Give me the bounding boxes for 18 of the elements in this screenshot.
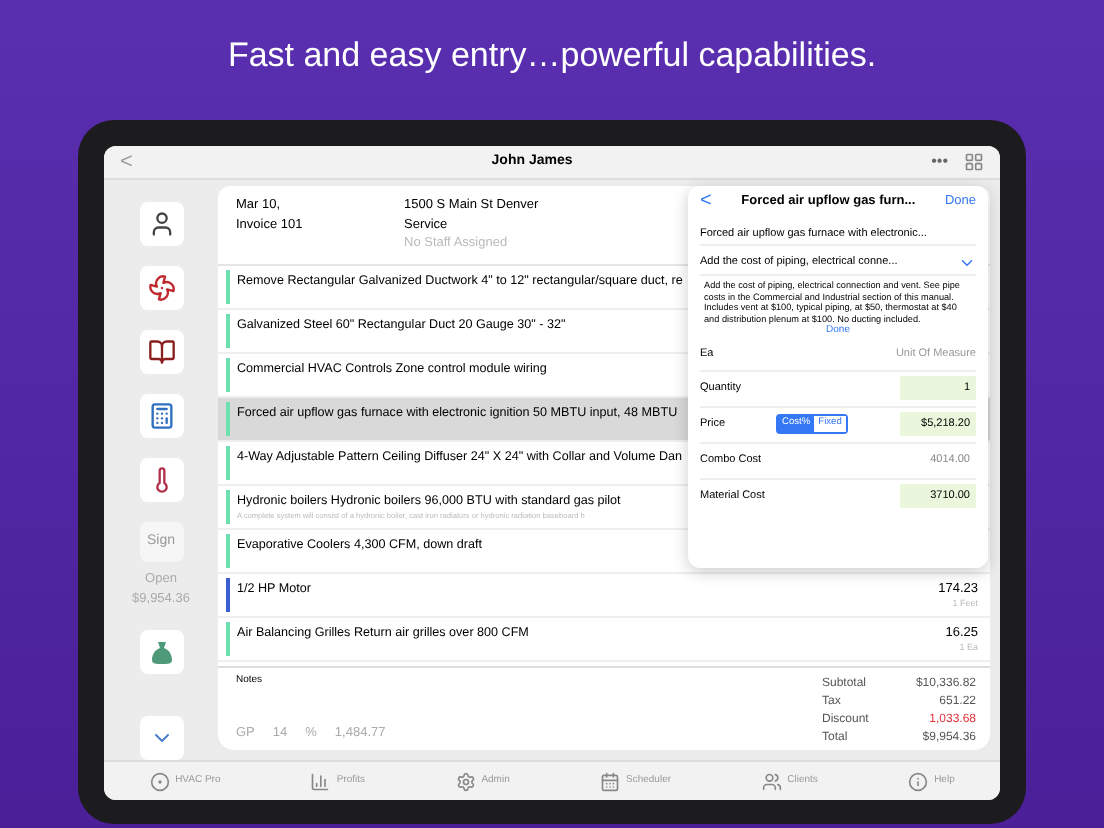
calculator-icon[interactable] — [139, 394, 183, 438]
chart-icon — [310, 771, 331, 791]
gear-icon — [455, 771, 476, 791]
calendar-icon — [600, 771, 620, 791]
grid-icon[interactable] — [964, 152, 984, 172]
chevron-down-icon — [958, 254, 976, 272]
target-icon — [149, 771, 170, 791]
popover-back-button[interactable]: < — [700, 192, 712, 212]
fan-icon[interactable] — [139, 266, 183, 310]
people-icon — [761, 771, 782, 791]
thermometer-icon[interactable] — [139, 458, 183, 502]
chevron-down-icon[interactable] — [139, 716, 183, 760]
worker-icon[interactable] — [139, 202, 183, 246]
headline: Fast and easy entry…powerful capabilities. — [227, 34, 877, 78]
info-icon — [908, 771, 929, 791]
more-button[interactable]: ••• — [931, 154, 948, 170]
money-bag-icon[interactable] — [139, 629, 183, 673]
book-icon[interactable] — [139, 330, 183, 374]
